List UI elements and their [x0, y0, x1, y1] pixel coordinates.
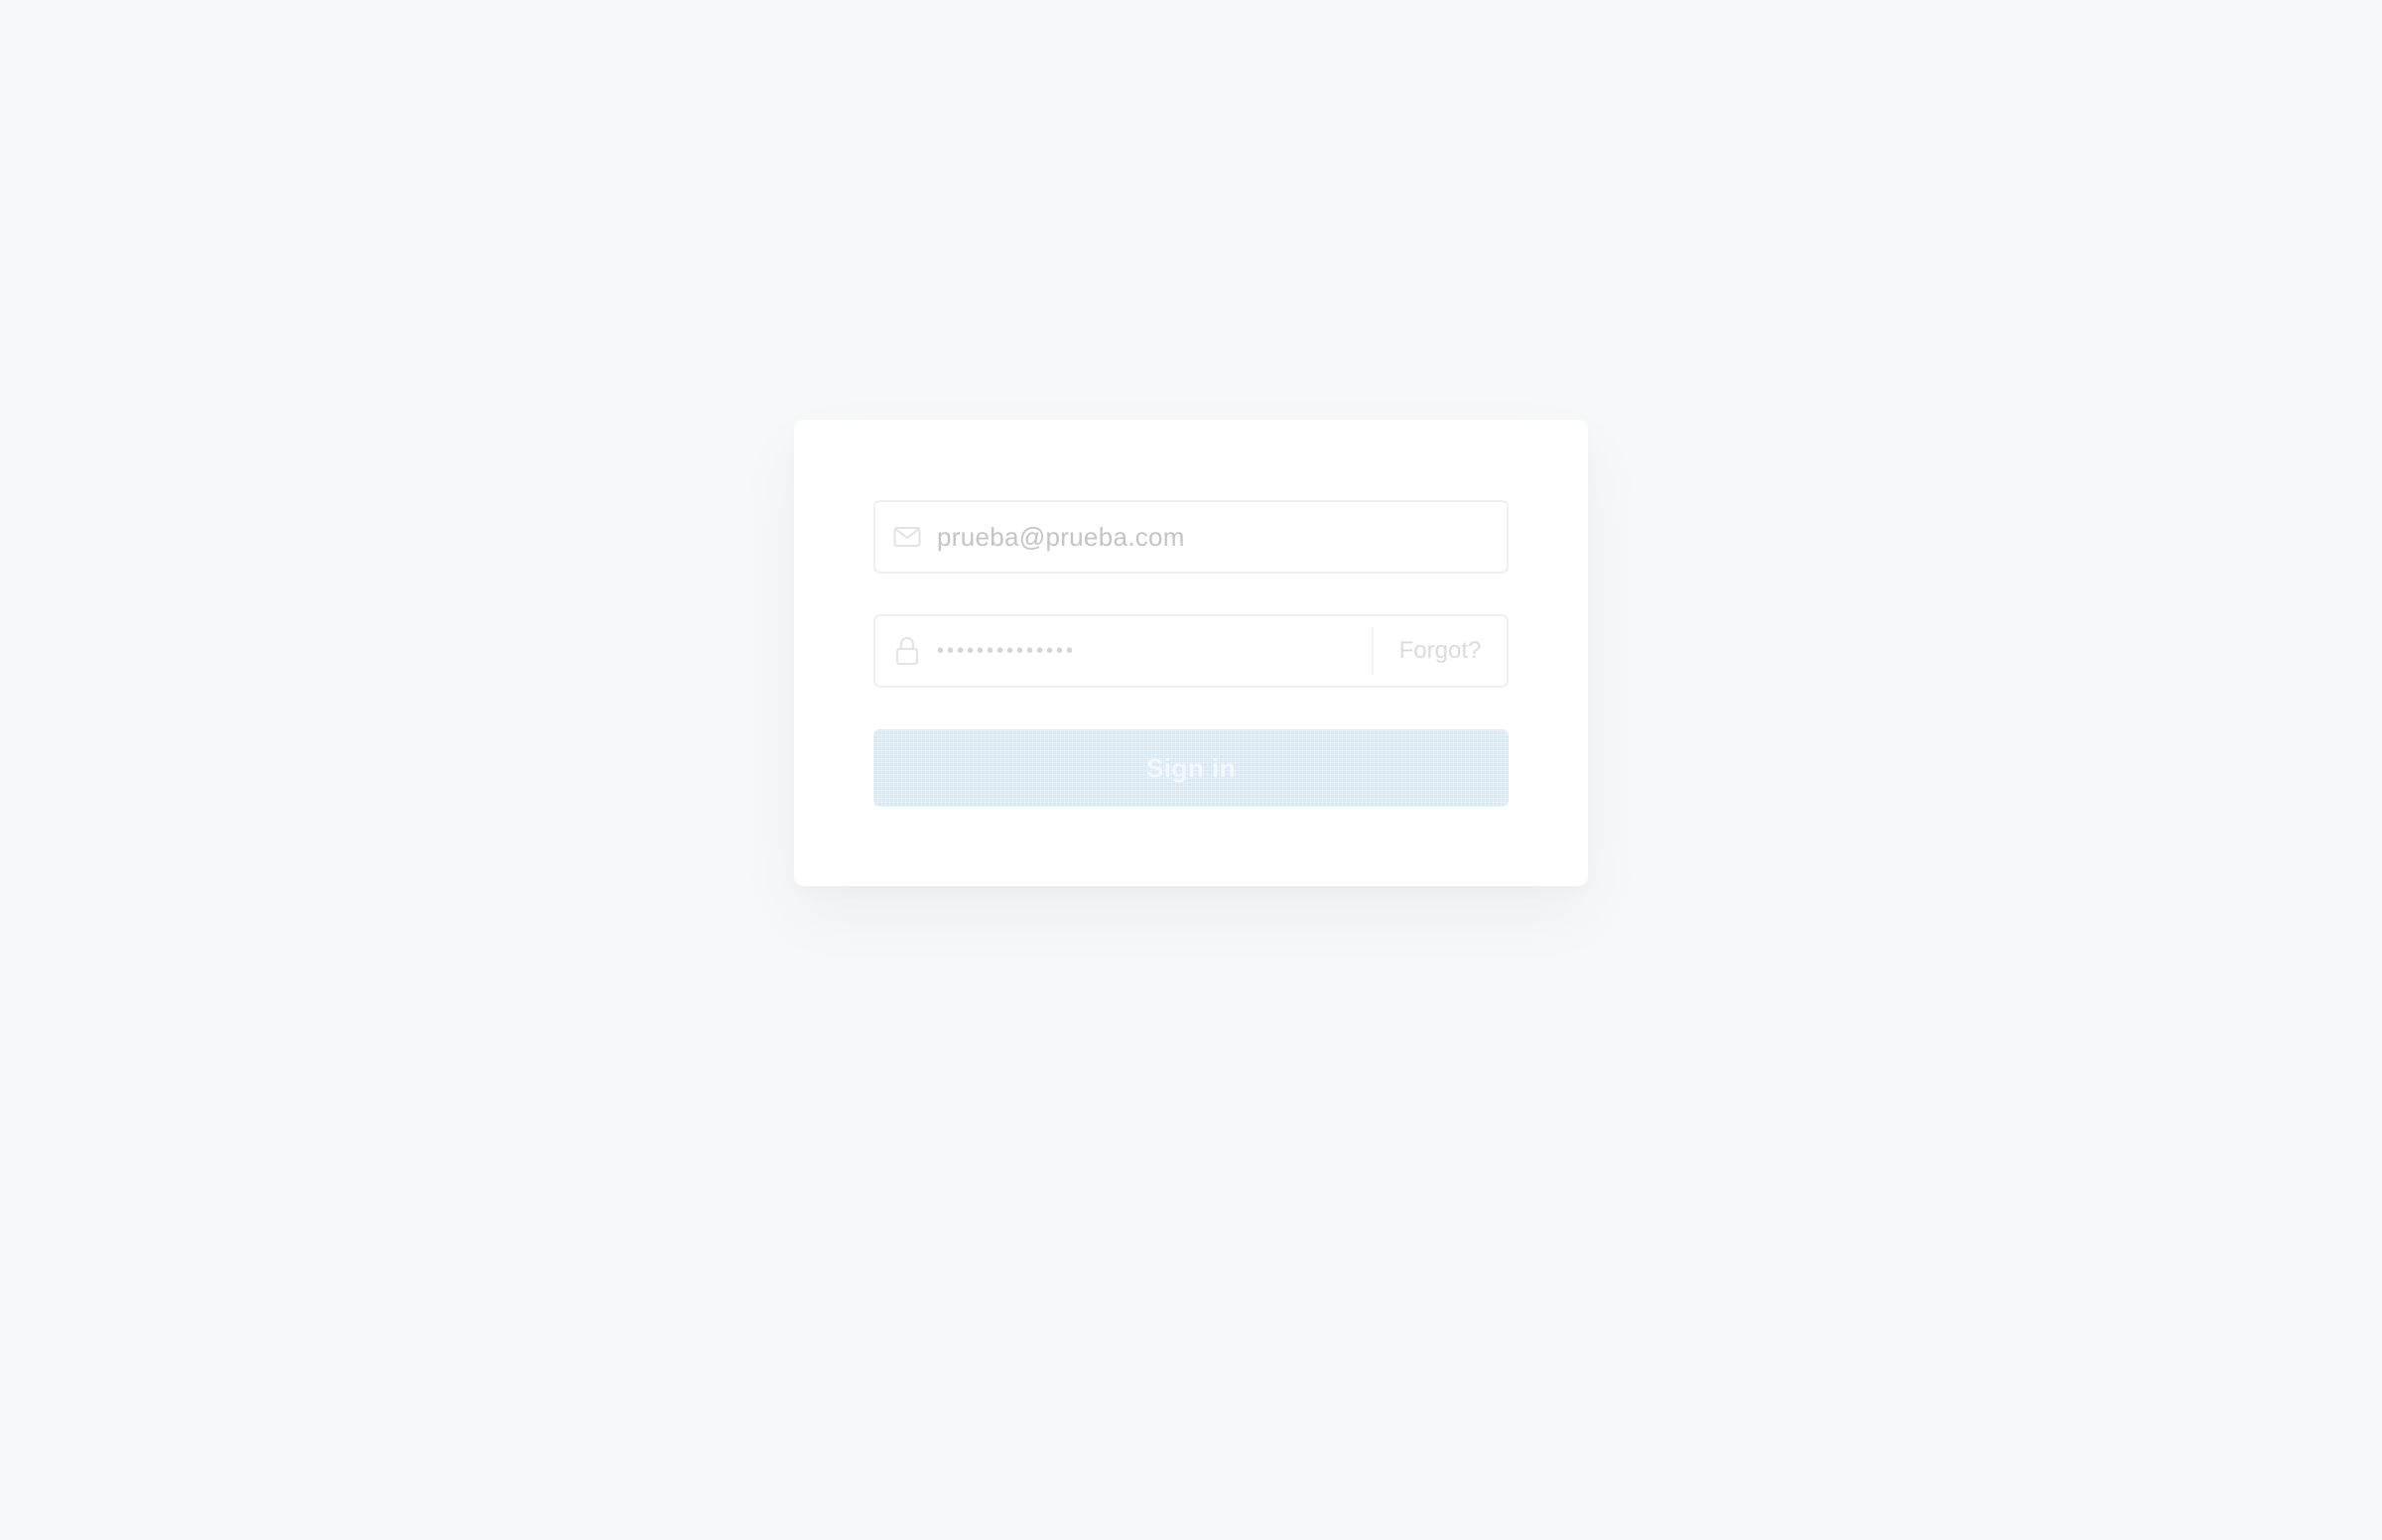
email-value[interactable]: prueba@prueba.com: [937, 522, 1185, 553]
password-field[interactable]: •••••••••••••• Forgot?: [873, 614, 1509, 688]
lock-icon: [892, 636, 922, 666]
forgot-password-link[interactable]: Forgot?: [1374, 637, 1507, 665]
email-field[interactable]: prueba@prueba.com: [873, 500, 1509, 574]
envelope-icon: [892, 522, 922, 552]
login-card: prueba@prueba.com •••••••••••••• Forgot?…: [794, 420, 1588, 886]
password-value[interactable]: ••••••••••••••: [937, 641, 1372, 661]
sign-in-label: Sign in: [1145, 752, 1237, 783]
sign-in-button[interactable]: Sign in: [873, 729, 1509, 807]
